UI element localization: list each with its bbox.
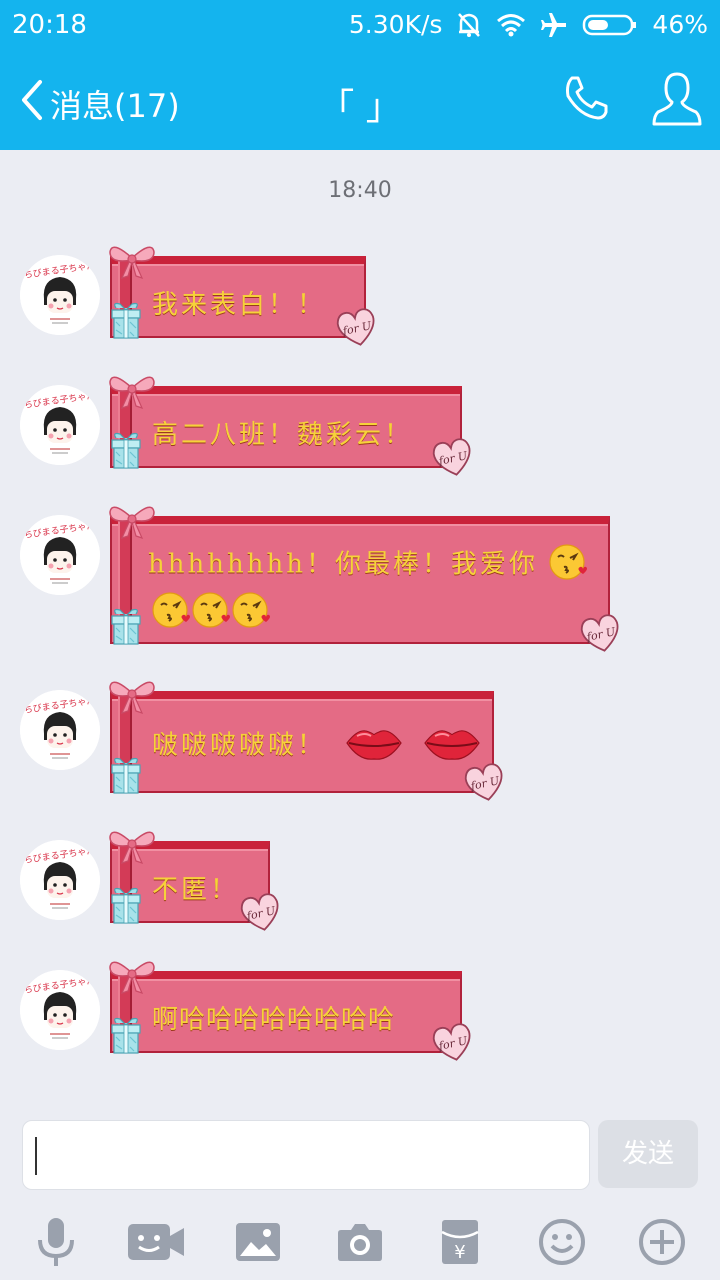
phone-icon[interactable] [560, 72, 612, 128]
heart-sticker-icon: for U [464, 763, 503, 801]
heart-sticker-icon: for U [240, 893, 279, 931]
avatar-image: ちびまる子ちゃん [20, 840, 100, 920]
avatar-image: ちびまる子ちゃん [20, 515, 100, 595]
status-time: 20:18 [12, 10, 87, 40]
bow-decoration [108, 238, 156, 286]
message-bubble[interactable]: 不匿！ for U [109, 831, 279, 931]
message-text-line2 [152, 590, 578, 637]
message-timestamp: 18:40 [328, 178, 392, 203]
gift-box-decoration [110, 887, 142, 929]
for-u-heart-sticker: for U [432, 438, 474, 482]
message-bubble[interactable]: 高二八班！魏彩云！ for U [109, 376, 471, 476]
camera-icon[interactable] [330, 1214, 390, 1270]
message-bubble[interactable]: 啵啵啵啵啵！ for U [109, 681, 503, 801]
bow-decoration [108, 953, 156, 1001]
bottom-toolbar: ¥ [0, 1200, 720, 1280]
kiss-face-emoji [549, 542, 589, 589]
chat-title: 「 」 [318, 87, 402, 128]
avatar-image: ちびまる子ちゃん [20, 970, 100, 1050]
bow-decoration [108, 823, 156, 871]
battery-percent: 46% [652, 10, 708, 39]
avatar-image: ちびまる子ちゃん [20, 690, 100, 770]
message-text: 啵啵啵啵啵！ [152, 730, 327, 761]
bow-decoration [108, 673, 156, 721]
bow-decoration [108, 498, 156, 546]
user-profile-icon[interactable] [652, 70, 702, 132]
video-icon[interactable] [126, 1214, 186, 1270]
svg-text:¥: ¥ [454, 1242, 465, 1263]
for-u-heart-sticker: for U [580, 614, 622, 658]
bow-decoration [108, 368, 156, 416]
heart-sticker-icon: for U [432, 438, 471, 476]
gift-box-decoration [110, 302, 142, 344]
for-u-heart-sticker: for U [432, 1023, 474, 1067]
avatar-image: ちびまる子ちゃん [20, 385, 100, 465]
bow-icon [109, 961, 155, 994]
for-u-heart-sticker: for U [240, 893, 282, 937]
gift-box-icon [111, 757, 141, 794]
heart-sticker-icon: for U [336, 308, 375, 346]
image-icon[interactable] [228, 1214, 288, 1270]
send-button[interactable]: 发送 [598, 1120, 698, 1188]
gift-box-decoration [110, 757, 142, 799]
network-speed: 5.30K/s [348, 10, 443, 39]
bow-icon [109, 376, 155, 409]
gift-box-decoration [110, 1017, 142, 1059]
message-text-row: 啵啵啵啵啵！ [152, 723, 480, 770]
red-packet-icon[interactable]: ¥ [430, 1214, 490, 1270]
message-text: 啊哈哈哈哈哈哈哈哈 [152, 1005, 396, 1035]
airplane-icon [540, 11, 568, 39]
status-right: 5.30K/s 46% [349, 10, 708, 39]
status-bar: 20:18 5.30K/s 46% [0, 0, 720, 52]
message-text: 高二八班！魏彩云！ [152, 420, 414, 450]
battery-icon [582, 13, 638, 37]
kiss-face-emoji [232, 590, 272, 637]
gift-box-icon [111, 608, 141, 645]
heart-sticker-icon: for U [432, 1023, 471, 1061]
avatar[interactable]: ちびまる子ちゃん [20, 515, 100, 595]
kiss-face-emoji [152, 590, 192, 637]
lips-emoji [337, 723, 403, 770]
avatar[interactable]: ちびまる子ちゃん [20, 690, 100, 770]
avatar[interactable]: ちびまる子ちゃん [20, 385, 100, 465]
bow-icon [109, 831, 155, 864]
avatar[interactable]: ちびまる子ちゃん [20, 255, 100, 335]
gift-box-icon [111, 432, 141, 469]
input-bar: 发送 [0, 1110, 720, 1200]
avatar-image: ちびまる子ちゃん [20, 255, 100, 335]
bow-icon [109, 506, 155, 539]
message-bubble[interactable]: 啊哈哈哈哈哈哈哈哈 for U [109, 961, 471, 1061]
gift-box-icon [111, 887, 141, 924]
message-bubble[interactable]: hhhhhhhh！你最棒！我爱你 for U [109, 506, 619, 652]
microphone-icon[interactable] [26, 1214, 86, 1270]
message-text: 我来表白！！ [152, 290, 327, 320]
message-text-line1: hhhhhhhh！你最棒！我爱你 [148, 542, 588, 589]
heart-sticker-icon: for U [580, 614, 619, 652]
top-bar: 20:18 5.30K/s 46% 消息(17) 「 」 [0, 0, 720, 150]
plus-icon[interactable] [632, 1214, 692, 1270]
message-text: 不匿！ [152, 875, 240, 905]
gift-box-decoration [110, 432, 142, 474]
avatar[interactable]: ちびまる子ちゃん [20, 840, 100, 920]
text-caret [35, 1137, 37, 1175]
gift-box-icon [111, 302, 141, 339]
bow-icon [109, 681, 155, 714]
mute-bell-icon [456, 11, 482, 39]
emoji-icon[interactable] [532, 1214, 592, 1270]
gift-box-decoration [110, 608, 142, 650]
for-u-heart-sticker: for U [464, 763, 506, 807]
bow-icon [109, 246, 155, 279]
message-text: hhhhhhhh！你最棒！我爱你 [148, 549, 538, 580]
chat-header: 消息(17) 「 」 [0, 52, 720, 150]
gift-box-icon [111, 1017, 141, 1054]
for-u-heart-sticker: for U [336, 308, 378, 352]
message-input[interactable] [22, 1120, 590, 1190]
kiss-face-emoji [192, 590, 232, 637]
wifi-icon [496, 13, 526, 37]
message-bubble[interactable]: 我来表白！！ for U [109, 246, 375, 346]
chat-area[interactable]: 18:40 ちびまる子ちゃん 我来表白！！ for U ちびまる子ちゃん 高二八… [0, 150, 720, 1110]
avatar[interactable]: ちびまる子ちゃん [20, 970, 100, 1050]
